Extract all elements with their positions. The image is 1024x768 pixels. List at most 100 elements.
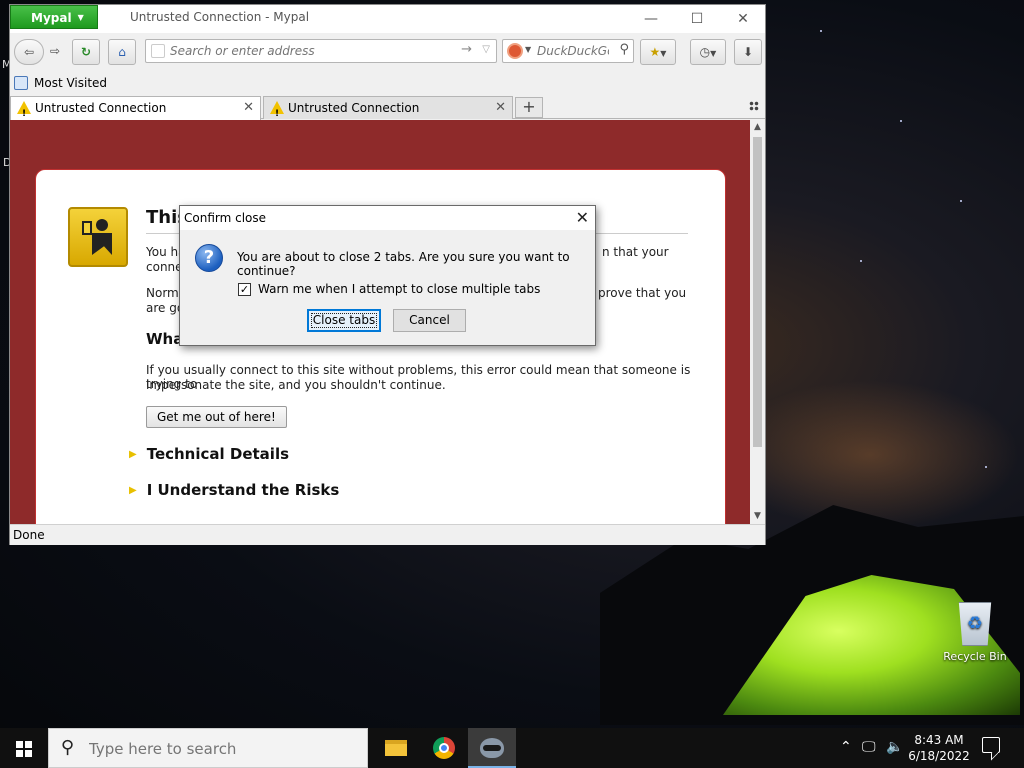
get-me-out-button[interactable]: Get me out of here! xyxy=(146,406,287,428)
error-paragraph-1-fragment: conne xyxy=(146,260,183,274)
expand-triangle-icon: ▶ xyxy=(129,485,137,496)
star xyxy=(900,120,902,122)
recycle-bin-label: Recycle Bin xyxy=(943,650,1007,663)
chevron-down-icon: ▼ xyxy=(710,49,717,58)
untrusted-officer-icon xyxy=(68,207,128,267)
search-bar[interactable]: ▼ ⚲ xyxy=(502,39,634,63)
close-tabs-button[interactable]: Close tabs xyxy=(307,309,381,332)
most-visited-label: Most Visited xyxy=(34,76,108,90)
chevron-down-icon: ▼ xyxy=(77,13,84,22)
close-tab-icon[interactable]: ✕ xyxy=(243,97,254,119)
recycle-bin[interactable]: Recycle Bin xyxy=(940,602,1010,663)
go-arrow-icon[interactable]: → xyxy=(461,42,472,57)
forward-button[interactable]: ⇨ xyxy=(44,39,66,65)
tab-untrusted-connection-2[interactable]: Untrusted Connection ✕ xyxy=(263,96,513,125)
focus-ring xyxy=(311,313,377,328)
taskbar-search-input[interactable] xyxy=(89,739,349,759)
file-explorer-icon xyxy=(385,740,407,756)
page-identity-icon xyxy=(151,44,165,58)
notification-center-icon[interactable] xyxy=(982,737,1000,753)
minimize-button[interactable]: — xyxy=(628,5,674,33)
search-engine-dropdown-icon[interactable]: ▼ xyxy=(525,45,531,54)
scroll-up-icon[interactable]: ▲ xyxy=(750,120,765,135)
star xyxy=(960,200,962,202)
reload-icon: ↻ xyxy=(80,45,92,59)
file-explorer-button[interactable] xyxy=(371,728,419,768)
taskbar: ⚲ ⌃ 🖵 🔈 8:43 AM 6/18/2022 xyxy=(0,728,1024,768)
navigation-toolbar: ⇦ ⇨ ↻ ⌂ → ▽ ▼ ⚲ ★▼ ◷▼ ⬇ xyxy=(10,33,765,71)
status-text: Done xyxy=(13,528,45,542)
status-bar: Done xyxy=(10,524,765,545)
forward-arrow-icon: ⇨ xyxy=(49,44,61,58)
expand-triangle-icon: ▶ xyxy=(129,449,137,460)
confirm-close-dialog: Confirm close ✕ ? You are about to close… xyxy=(179,205,596,346)
clock-icon: ◷ xyxy=(699,45,711,59)
url-bar[interactable]: → ▽ xyxy=(145,39,497,63)
tab-strip: Untrusted Connection ✕ Untrusted Connect… xyxy=(10,95,765,125)
most-visited-icon xyxy=(14,76,28,90)
scrollbar-thumb[interactable] xyxy=(753,137,762,447)
search-icon[interactable]: ⚲ xyxy=(619,42,629,57)
question-icon: ? xyxy=(195,244,223,272)
expander-label: Technical Details xyxy=(146,445,290,463)
start-button[interactable] xyxy=(0,728,48,768)
search-input[interactable] xyxy=(537,43,609,59)
most-visited-bookmark[interactable]: Most Visited xyxy=(14,76,107,90)
dialog-close-icon[interactable]: ✕ xyxy=(576,208,589,227)
star xyxy=(820,30,822,32)
tab-label: Untrusted Connection xyxy=(288,101,420,115)
error-paragraph-3: impersonate the site, and you shouldn't … xyxy=(146,378,446,392)
home-icon: ⌂ xyxy=(118,45,126,59)
taskbar-search-box[interactable]: ⚲ xyxy=(48,728,368,768)
understand-risks-expander[interactable]: ▶ I Understand the Risks xyxy=(129,481,339,499)
history-dropdown-icon[interactable]: ▽ xyxy=(482,44,490,55)
cancel-button[interactable]: Cancel xyxy=(393,309,466,332)
duckduckgo-icon[interactable] xyxy=(507,43,523,59)
checkbox-label[interactable]: Warn me when I attempt to close multiple… xyxy=(258,282,540,296)
bookmarks-menu-button[interactable]: ★▼ xyxy=(640,39,676,65)
downloads-button[interactable]: ⬇ xyxy=(734,39,762,65)
mypal-icon xyxy=(480,738,504,758)
app-menu-button[interactable]: Mypal ▼ xyxy=(10,5,98,29)
error-paragraph-2-fragment: prove that you xyxy=(598,286,687,300)
scroll-down-icon[interactable]: ▼ xyxy=(750,509,765,524)
warning-icon xyxy=(17,101,31,125)
recycle-bin-icon xyxy=(958,602,992,646)
clock-date: 6/18/2022 xyxy=(908,749,970,763)
app-menu-label: Mypal xyxy=(31,11,72,25)
network-icon[interactable]: 🖵 xyxy=(862,739,876,755)
url-input[interactable] xyxy=(170,43,450,59)
bookmark-star-icon: ★ xyxy=(649,45,661,59)
back-arrow-icon: ⇦ xyxy=(23,45,35,59)
bookmarks-toolbar: Most Visited xyxy=(10,73,765,95)
warn-close-multiple-checkbox[interactable]: ✓ xyxy=(238,283,251,296)
window-title: Untrusted Connection - Mypal xyxy=(130,10,310,24)
technical-details-expander[interactable]: ▶ Technical Details xyxy=(129,445,289,463)
vertical-scrollbar[interactable]: ▲ ▼ xyxy=(750,120,765,524)
dialog-title: Confirm close xyxy=(180,206,595,230)
clock-time: 8:43 AM xyxy=(914,733,964,747)
show-hidden-icons-chevron-icon[interactable]: ⌃ xyxy=(840,739,852,755)
reload-button[interactable]: ↻ xyxy=(72,39,100,65)
warning-icon xyxy=(270,101,284,125)
chrome-button[interactable] xyxy=(420,728,468,768)
home-button[interactable]: ⌂ xyxy=(108,39,136,65)
download-icon: ⬇ xyxy=(742,45,754,59)
back-button[interactable]: ⇦ xyxy=(14,39,44,65)
maximize-button[interactable]: ☐ xyxy=(674,5,720,33)
search-icon: ⚲ xyxy=(61,737,75,758)
expander-label: I Understand the Risks xyxy=(146,481,340,499)
history-button[interactable]: ◷▼ xyxy=(690,39,726,65)
tab-label: Untrusted Connection xyxy=(35,101,167,115)
what-should-i-do-heading: Wha xyxy=(146,330,184,348)
close-tab-icon[interactable]: ✕ xyxy=(495,97,506,119)
system-clock[interactable]: 8:43 AM 6/18/2022 xyxy=(896,732,982,764)
tab-untrusted-connection-1[interactable]: Untrusted Connection ✕ xyxy=(10,96,261,125)
new-tab-button[interactable]: + xyxy=(515,97,543,118)
dialog-message: You are about to close 2 tabs. Are you s… xyxy=(237,250,570,278)
list-all-tabs-icon[interactable] xyxy=(749,101,759,111)
mypal-taskbar-button[interactable] xyxy=(468,728,516,768)
close-window-button[interactable]: ✕ xyxy=(720,5,766,33)
chrome-icon xyxy=(433,737,455,759)
title-bar: Mypal ▼ Untrusted Connection - Mypal — ☐ … xyxy=(10,5,765,33)
